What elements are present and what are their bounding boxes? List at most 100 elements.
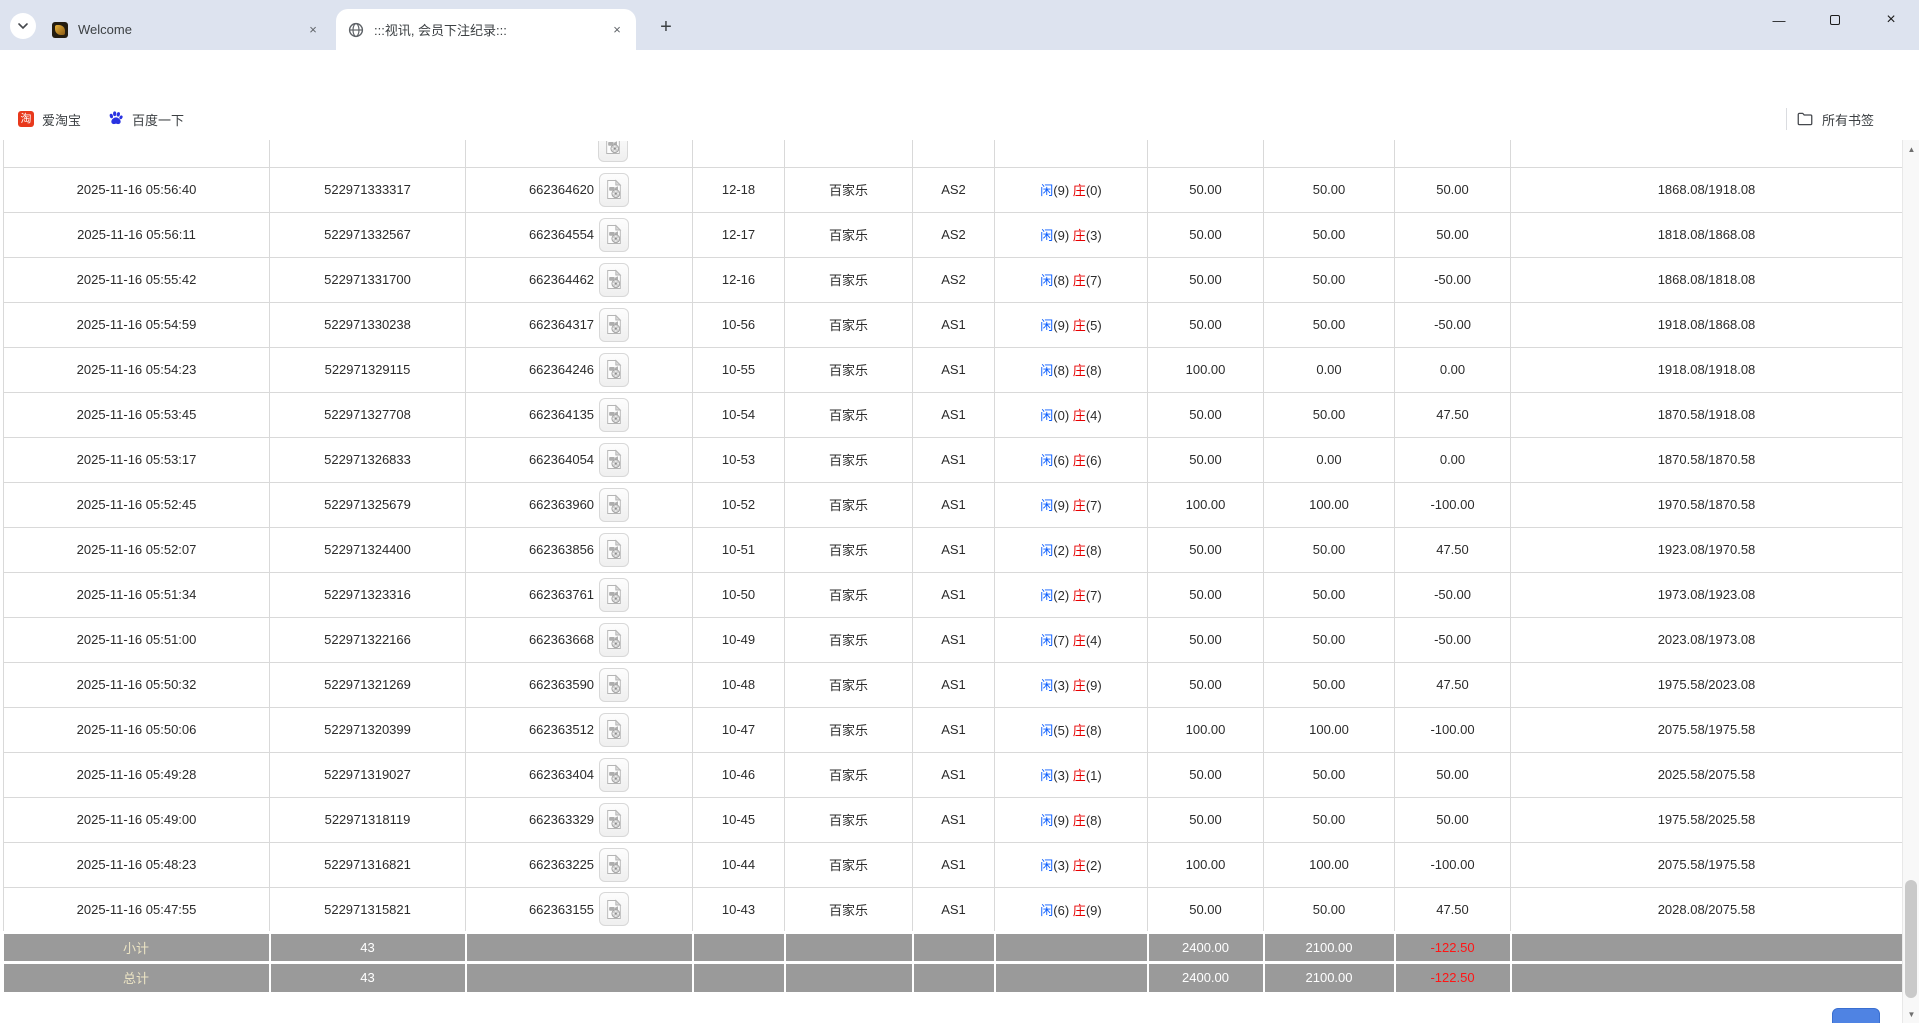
video-record-icon	[605, 719, 623, 740]
cell-time: 2025-11-16 05:56:40	[4, 167, 270, 212]
cell-ticket-id: 522971331700	[270, 257, 466, 302]
player-label: 闲	[1040, 363, 1053, 378]
bookmarks-divider	[1786, 108, 1787, 130]
video-button[interactable]	[599, 578, 629, 612]
cell-result: 闲(9) 庄(5)	[995, 302, 1148, 347]
cell-bet-amount	[1148, 140, 1264, 167]
cell-ticket-id: 522971318119	[270, 797, 466, 842]
round-number: 662363856	[529, 542, 594, 557]
round-number: 662364246	[529, 362, 594, 377]
player-label: 闲	[1040, 228, 1053, 243]
cell-round: 662364246	[466, 347, 693, 392]
video-button[interactable]	[599, 713, 629, 747]
banker-label: 庄	[1073, 318, 1086, 333]
tab-search-button[interactable]	[10, 13, 36, 39]
tab-close-icon[interactable]: ×	[304, 21, 322, 39]
cell-ticket-id: 522971325679	[270, 482, 466, 527]
video-button[interactable]	[599, 758, 629, 792]
all-bookmarks-button[interactable]: 所有书签	[1796, 106, 1874, 132]
subtotal-row: 小计432400.002100.00-122.50	[4, 932, 1903, 962]
tab-welcome[interactable]: Welcome ×	[40, 9, 332, 50]
cell-game-type: 百家乐	[785, 347, 913, 392]
player-label: 闲	[1040, 858, 1053, 873]
cell-time: 2025-11-16 05:50:32	[4, 662, 270, 707]
maximize-button[interactable]	[1807, 0, 1863, 40]
table-row: 2025-11-16 05:56:40522971333317662364620…	[4, 167, 1903, 212]
video-button[interactable]	[599, 668, 629, 702]
banker-label: 庄	[1073, 498, 1086, 513]
cell-balance: 2075.58/1975.58	[1511, 707, 1903, 752]
tab-betrecord[interactable]: :::视讯, 会员下注纪录::: ×	[336, 9, 636, 50]
video-record-icon	[605, 854, 623, 875]
player-label: 闲	[1040, 318, 1053, 333]
cell-round: 662364135	[466, 392, 693, 437]
video-button[interactable]	[598, 141, 628, 162]
minimize-button[interactable]: —	[1751, 0, 1807, 40]
bookmark-taobao[interactable]: 淘 爱淘宝	[12, 106, 87, 132]
floating-corner-button[interactable]	[1832, 1008, 1880, 1023]
cell-ticket-id: 522971320399	[270, 707, 466, 752]
cell-result: 闲(3) 庄(1)	[995, 752, 1148, 797]
cell-ticket-id: 522971326833	[270, 437, 466, 482]
cell-time: 2025-11-16 05:55:42	[4, 257, 270, 302]
cell-time: 2025-11-16 05:54:59	[4, 302, 270, 347]
cell-result: 闲(6) 庄(9)	[995, 887, 1148, 932]
vertical-scrollbar[interactable]: ▲ ▼	[1902, 140, 1919, 1023]
video-button[interactable]	[599, 443, 629, 477]
video-button[interactable]	[599, 848, 629, 882]
cell-time: 2025-11-16 05:49:28	[4, 752, 270, 797]
banker-label: 庄	[1073, 453, 1086, 468]
cell-winloss: -50.00	[1395, 572, 1511, 617]
bookmark-baidu[interactable]: 百度一下	[102, 106, 190, 132]
round-number: 662364135	[529, 407, 594, 422]
cell-game-type: 百家乐	[785, 887, 913, 932]
cell-time: 2025-11-16 05:54:23	[4, 347, 270, 392]
globe-favicon-icon	[348, 22, 364, 38]
cell-game-type: 百家乐	[785, 842, 913, 887]
video-record-icon	[605, 404, 623, 425]
video-button[interactable]	[599, 533, 629, 567]
cell-round: 662363590	[466, 662, 693, 707]
video-record-icon	[605, 674, 623, 695]
cell-balance: 1818.08/1868.08	[1511, 212, 1903, 257]
tab-close-icon[interactable]: ×	[608, 21, 626, 39]
video-button[interactable]	[599, 398, 629, 432]
cell-bet-amount: 100.00	[1148, 707, 1264, 752]
round-number: 662364317	[529, 317, 594, 332]
browser-window: Welcome × :::视讯, 会员下注纪录::: × + — ×	[0, 0, 1919, 1023]
video-record-icon	[605, 359, 623, 380]
video-button[interactable]	[599, 218, 629, 252]
cell-result: 闲(6) 庄(6)	[995, 437, 1148, 482]
cell-time: 2025-11-16 05:52:07	[4, 527, 270, 572]
close-button[interactable]: ×	[1863, 0, 1919, 40]
cell-result: 闲(3) 庄(9)	[995, 662, 1148, 707]
cell-result: 闲(0) 庄(4)	[995, 392, 1148, 437]
cell-result: 闲(2) 庄(7)	[995, 572, 1148, 617]
scroll-down-icon[interactable]: ▼	[1903, 1006, 1919, 1022]
video-button[interactable]	[599, 892, 629, 926]
table-row: 2025-11-16 05:53:17522971326833662364054…	[4, 437, 1903, 482]
round-number: 662363668	[529, 632, 594, 647]
cell-table-no: 12-16	[693, 257, 785, 302]
new-tab-button[interactable]: +	[652, 13, 680, 41]
cell-table-no: 12-17	[693, 212, 785, 257]
video-button[interactable]	[599, 308, 629, 342]
cell-summary-bet: 2400.00	[1148, 932, 1264, 962]
video-button[interactable]	[599, 488, 629, 522]
video-button[interactable]	[599, 173, 629, 207]
video-record-icon	[605, 899, 623, 920]
video-button[interactable]	[599, 803, 629, 837]
video-button[interactable]	[599, 353, 629, 387]
video-button[interactable]	[599, 623, 629, 657]
scrollbar-thumb[interactable]	[1905, 880, 1917, 998]
scroll-up-icon[interactable]: ▲	[1903, 141, 1919, 157]
cell-summary-valid: 2100.00	[1264, 962, 1395, 992]
round-number: 662364054	[529, 452, 594, 467]
tab-strip: Welcome × :::视讯, 会员下注纪录::: × + — ×	[0, 0, 1919, 50]
cell-balance: 1868.08/1818.08	[1511, 257, 1903, 302]
player-label: 闲	[1040, 723, 1053, 738]
cell-table-no: 12-18	[693, 167, 785, 212]
cell-desk: AS2	[913, 257, 995, 302]
cell-table-no: 10-48	[693, 662, 785, 707]
video-button[interactable]	[599, 263, 629, 297]
